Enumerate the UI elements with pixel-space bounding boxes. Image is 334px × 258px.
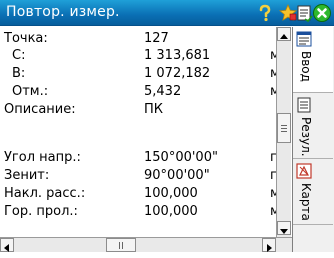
slope-distance-label: Накл. расс.:	[4, 186, 86, 201]
north-value: 1 313,681	[144, 48, 211, 63]
horizontal-distance-label: Гор. прол.:	[4, 204, 78, 219]
description-value: ПК	[144, 102, 164, 117]
field-row-east: В: 1 072,182 м	[0, 65, 292, 83]
vertical-scrollbar[interactable]	[276, 27, 291, 237]
side-tab-bar: Ввод Резул. Карта	[292, 27, 334, 252]
title-bar: Повтор. измер.	[0, 0, 334, 26]
vertical-scroll-thumb[interactable]	[277, 113, 291, 143]
scroll-left-button[interactable]	[0, 238, 14, 252]
scroll-up-button[interactable]	[277, 27, 291, 41]
field-row-horizontal-distance: Гор. прол.: 100,000 м	[0, 203, 292, 221]
point-value: 127	[144, 31, 169, 46]
horizontal-angle-label: Угол напр.:	[4, 150, 81, 165]
horizontal-scroll-thumb[interactable]	[106, 238, 136, 252]
horizontal-angle-value: 150°00'00"	[144, 150, 218, 165]
arrow-down-icon	[280, 229, 288, 234]
horizontal-scrollbar[interactable]	[0, 237, 292, 252]
description-label: Описание:	[4, 102, 76, 117]
elevation-value: 5,432	[144, 84, 182, 99]
field-row-horizontal-angle: Угол напр.: 150°00'00" гр	[0, 149, 292, 167]
close-icon[interactable]	[312, 3, 332, 23]
scroll-down-button[interactable]	[277, 221, 291, 235]
point-label: Точка:	[4, 31, 48, 46]
field-row-slope-distance: Накл. расс.: 100,000 м	[0, 185, 292, 203]
field-row-description: Описание: ПК	[0, 101, 292, 119]
horizontal-distance-value: 100,000	[144, 204, 198, 219]
field-row-point: Точка: 127	[0, 30, 292, 48]
field-row-zenith: Зенит: 90°00'00" гр	[0, 167, 292, 185]
tab-map-label: Карта	[299, 183, 313, 221]
window-title: Повтор. измер.	[6, 4, 120, 20]
tab-results[interactable]: Резул.	[293, 93, 333, 159]
scroll-right-button[interactable]	[262, 238, 276, 252]
input-form-icon	[296, 31, 312, 47]
zenith-label: Зенит:	[4, 168, 50, 183]
map-icon	[296, 163, 312, 179]
arrow-left-icon	[4, 244, 9, 252]
north-label: С:	[12, 48, 26, 63]
field-row-elevation: Отм.: 5,432 м	[0, 83, 292, 101]
zenith-value: 90°00'00"	[144, 168, 210, 183]
east-label: В:	[12, 66, 26, 81]
help-icon[interactable]	[255, 3, 275, 23]
arrow-up-icon	[280, 34, 288, 39]
field-row-north: С: 1 313,681 м	[0, 47, 292, 65]
tab-input[interactable]: Ввод	[293, 27, 333, 93]
slope-distance-value: 100,000	[144, 186, 198, 201]
tab-input-label: Ввод	[299, 51, 313, 82]
measurement-details: Точка: 127 С: 1 313,681 м В: 1 072,182 м…	[0, 27, 292, 237]
tab-results-label: Резул.	[299, 117, 313, 157]
east-value: 1 072,182	[144, 66, 211, 81]
tab-map[interactable]: Карта	[293, 159, 333, 225]
results-icon	[297, 97, 311, 113]
arrow-right-icon	[267, 244, 272, 252]
elevation-label: Отм.:	[12, 84, 49, 99]
